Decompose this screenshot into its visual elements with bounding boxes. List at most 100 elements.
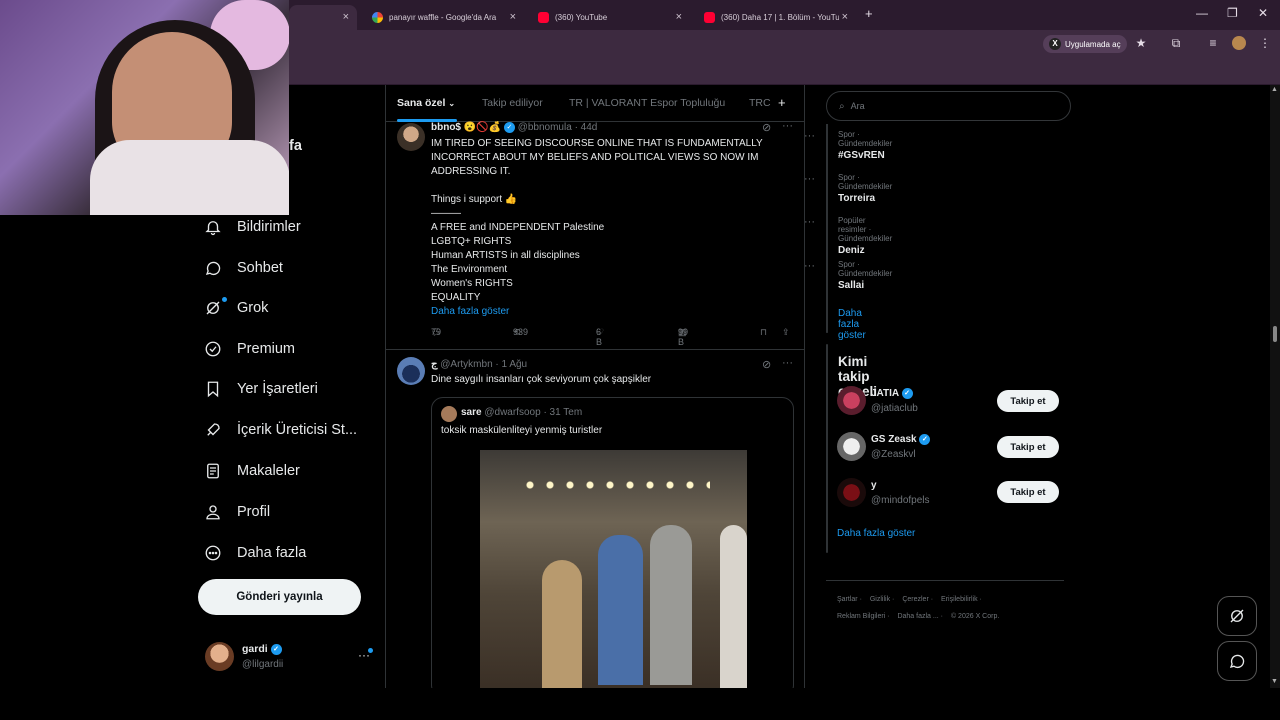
tweet-author-name[interactable]: bbno$ (431, 122, 461, 133)
tweet-time[interactable]: · 44d (575, 122, 598, 133)
star-icon[interactable]: ★ (1134, 36, 1148, 50)
new-tab-button[interactable]: + (865, 6, 873, 21)
tab-close-icon[interactable]: × (510, 11, 516, 23)
scroll-up-icon[interactable]: ▲ (1271, 86, 1278, 93)
trend-item[interactable]: Spor · Gündemdekiler Sallai (838, 260, 892, 291)
sidebar-item-more[interactable]: Daha fazla (204, 538, 306, 568)
tweet-handle[interactable]: @Artykmbn (440, 359, 492, 370)
kebab-menu-icon[interactable]: ⋮ (1258, 36, 1272, 50)
account-switcher[interactable]: gardi ✓ (242, 643, 282, 655)
tab-close-icon[interactable]: × (343, 11, 349, 23)
trend-more-icon[interactable]: ··· (804, 130, 815, 142)
follow-user-name[interactable]: GS Zeask ✓ (871, 434, 931, 446)
footer-link[interactable]: Çerezler (902, 596, 928, 603)
maximize-button[interactable]: ❐ (1227, 6, 1238, 20)
user-avatar[interactable] (837, 432, 866, 461)
trend-more-icon[interactable]: ··· (804, 173, 815, 185)
tab-trc[interactable]: TRC (749, 97, 771, 109)
follow-button[interactable]: Takip et (997, 436, 1059, 458)
show-more-trends-link[interactable]: Daha fazla göster (838, 308, 866, 341)
sidebar-item-profile[interactable]: Profil (204, 497, 270, 527)
tweet-line: ADDRESSING IT. (431, 166, 511, 177)
account-avatar[interactable] (205, 642, 234, 671)
scrollbar[interactable] (1270, 85, 1280, 688)
trend-more-icon[interactable]: ··· (804, 216, 815, 228)
footer-link[interactable]: Gizlilik (870, 596, 890, 603)
footer-link[interactable]: Daha fazla ... (897, 613, 938, 620)
tab-following[interactable]: Takip ediliyor (482, 97, 543, 109)
bookmark-icon[interactable]: ⊓ (760, 327, 767, 338)
user-avatar[interactable] (837, 386, 866, 415)
quoted-photo[interactable] (480, 450, 747, 688)
sidebar-item-chat[interactable]: Sohbet (204, 253, 283, 283)
sidebar-item-label: Bildirimler (237, 219, 301, 235)
search-input[interactable]: ⌕ Ara (826, 91, 1071, 121)
sidebar-item-label: Daha fazla (237, 545, 307, 561)
tweet-line: Human ARTISTS in all disciplines (431, 250, 580, 261)
active-tab[interactable]: × (289, 5, 357, 30)
tweet-line: IM TIRED OF SEEING DISCOURSE ONLINE THAT… (431, 138, 763, 149)
sidebar-item-notifications[interactable]: Bildirimler (204, 212, 301, 242)
tweet[interactable]: bbno$ 😮🚫💰 ✓ @bbnomula · 44d ⊘ ··· IM TIR… (386, 120, 804, 350)
share-icon[interactable]: ⇪ (782, 327, 790, 338)
user-handle: @mindofpels (871, 495, 930, 506)
footer-link[interactable]: Erişilebilirlik (941, 596, 978, 603)
sidebar-item-bookmarks[interactable]: Yer İşaretleri (204, 374, 318, 404)
trend-item[interactable]: Spor · Gündemdekiler #GSvREN (838, 130, 892, 161)
bell-icon (205, 221, 221, 236)
article-icon (207, 463, 219, 479)
tweet-time[interactable]: · 1 Ağu (495, 359, 527, 370)
tab-youtube[interactable]: (360) YouTube × (528, 5, 690, 30)
grok-icon[interactable]: ⊘ (762, 358, 771, 371)
copyright: © 2026 X Corp. (950, 613, 1000, 620)
tweet-author-name[interactable]: ج (431, 359, 437, 370)
sidebar-item-premium[interactable]: Premium (204, 334, 295, 364)
scrollbar-thumb[interactable] (1273, 326, 1277, 342)
grok-icon[interactable]: ⊘ (762, 121, 771, 134)
quoted-tweet[interactable]: sare @dwarfsoop · 31 Tem toksik maskülen… (431, 397, 794, 688)
tab-google-search[interactable]: panayır waffle - Google'da Ara × (362, 5, 524, 30)
sidebar-item-creator-studio[interactable]: İçerik Üreticisi St... (204, 415, 357, 445)
tweet[interactable]: ج @Artykmbn · 1 Ağu ⊘ ··· Dine saygılı i… (386, 351, 804, 688)
trend-item[interactable]: Popüler resimler · Gündemdekiler Deniz (838, 216, 892, 256)
tweet-author-emoji: 😮🚫💰 (463, 122, 502, 134)
grok-icon (206, 301, 220, 315)
messages-fab-button[interactable] (1217, 641, 1257, 681)
follow-user-name[interactable]: JATIA ✓ (871, 388, 913, 399)
close-window-button[interactable]: ✕ (1258, 6, 1268, 20)
follow-button[interactable]: Takip et (997, 390, 1059, 412)
trend-more-icon[interactable]: ··· (804, 260, 815, 272)
media-controls-icon[interactable]: ≡ (1206, 36, 1220, 50)
tweet-avatar[interactable] (397, 123, 425, 151)
tweet-more-icon[interactable]: ··· (782, 357, 793, 369)
footer-link[interactable]: Şartlar (837, 596, 858, 603)
show-more-follow-link[interactable]: Daha fazla göster (837, 528, 915, 539)
user-handle: @jatiaclub (871, 403, 918, 414)
tweet-handle[interactable]: @bbnomula (518, 122, 572, 133)
open-in-app-button[interactable]: X Uygulamada aç (1043, 35, 1127, 53)
profile-avatar[interactable] (1232, 36, 1246, 50)
follow-user-name[interactable]: y (871, 480, 877, 491)
add-tab-button[interactable]: + (778, 95, 786, 110)
minimize-button[interactable]: — (1196, 6, 1208, 20)
sidebar-item-articles[interactable]: Makaleler (204, 456, 300, 486)
user-name: GS Zeask (871, 434, 917, 446)
tab-for-you[interactable]: Sana özel ⌄ (397, 97, 455, 109)
tab-community[interactable]: TR | VALORANT Espor Topluluğu (569, 97, 725, 109)
tab-close-icon[interactable]: × (842, 11, 848, 23)
extensions-icon[interactable]: ⧉ (1169, 36, 1183, 50)
tab-youtube-video[interactable]: (360) Daha 17 | 1. Bölüm - YouTube × (694, 5, 856, 30)
trend-item[interactable]: Spor · Gündemdekiler Torreira (838, 173, 892, 204)
footer-link[interactable]: Reklam Bilgileri (837, 613, 885, 620)
post-button[interactable]: Gönderi yayınla (198, 579, 361, 615)
scroll-down-icon[interactable]: ▼ (1271, 678, 1278, 685)
tab-close-icon[interactable]: × (676, 11, 682, 23)
sidebar-item-grok[interactable]: Grok (204, 293, 268, 323)
tweet-more-icon[interactable]: ··· (782, 120, 793, 132)
photo-person (598, 535, 643, 685)
grok-fab-button[interactable] (1217, 596, 1257, 636)
show-more-link[interactable]: Daha fazla göster (431, 305, 791, 319)
user-avatar[interactable] (837, 478, 866, 507)
follow-button[interactable]: Takip et (997, 481, 1059, 503)
tweet-avatar[interactable] (397, 357, 425, 385)
